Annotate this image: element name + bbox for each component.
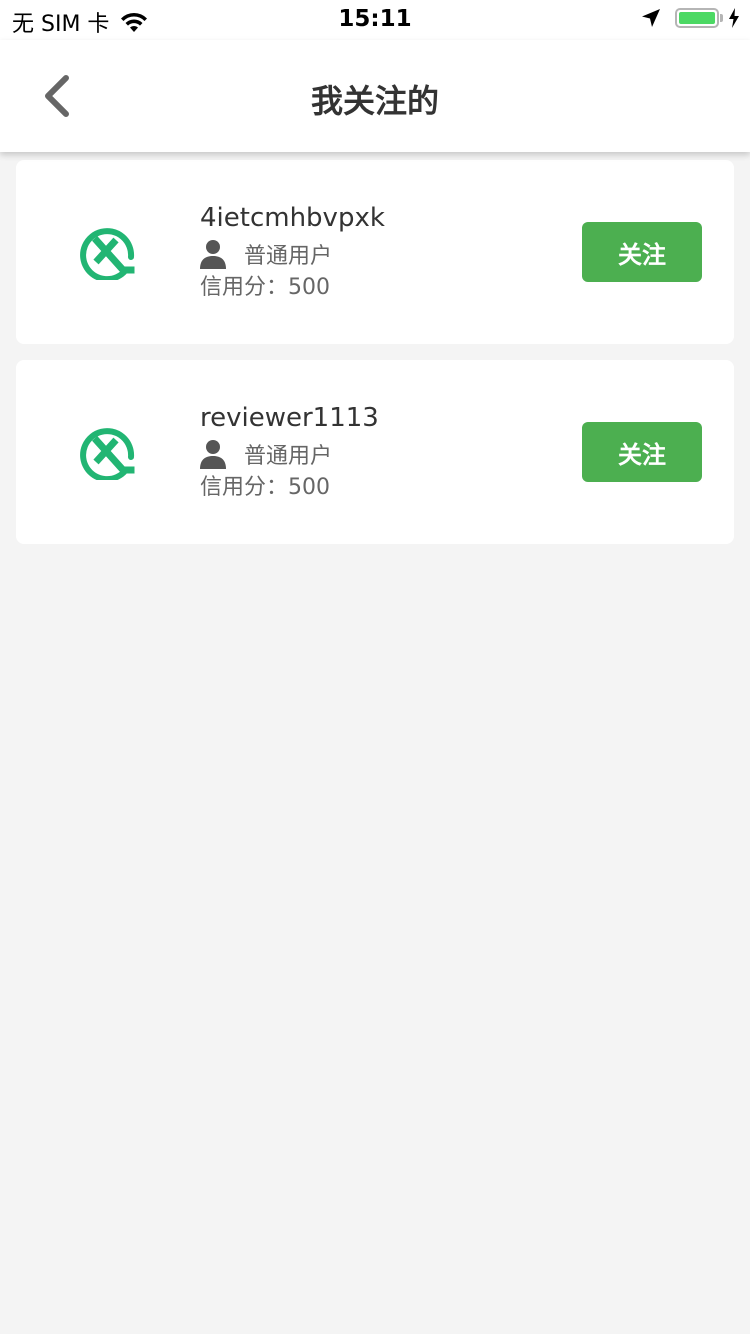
user-role: 普通用户 (244, 444, 333, 469)
follow-button[interactable]: 关注 (582, 222, 702, 282)
status-right (641, 8, 740, 28)
follow-button[interactable]: 关注 (582, 422, 702, 482)
status-bar: 无 SIM 卡 15:11 (0, 0, 750, 40)
username: 4ietcmhbvpxk (200, 203, 385, 233)
role-row: 普通用户 (200, 236, 385, 272)
qx-logo-icon (80, 228, 135, 280)
list-item: reviewer1113 普通用户 信用分：500 关注 (16, 360, 734, 544)
page-title: 我关注的 (310, 82, 439, 120)
battery-tip (720, 14, 723, 22)
credit-score: 信用分：500 (200, 475, 330, 500)
credit-score: 信用分：500 (200, 275, 330, 300)
list-item: 4ietcmhbvpxk 普通用户 信用分：500 关注 (16, 160, 734, 344)
location-arrow-icon (642, 9, 660, 27)
user-role: 普通用户 (244, 244, 333, 269)
user-icon (200, 240, 226, 269)
user-icon (200, 440, 226, 469)
followed-user-list: 4ietcmhbvpxk 普通用户 信用分：500 关注 reviewer111… (16, 160, 734, 560)
battery-fill (679, 12, 715, 24)
charging-bolt-icon (729, 8, 739, 28)
user-info: reviewer1113 普通用户 信用分：500 (200, 402, 379, 504)
user-info: 4ietcmhbvpxk 普通用户 信用分：500 (200, 202, 385, 304)
username: reviewer1113 (200, 403, 379, 433)
qx-logo-icon (80, 428, 135, 480)
nav-bar: 我关注的 (0, 40, 750, 152)
role-row: 普通用户 (200, 436, 379, 472)
status-time: 15:11 (338, 6, 412, 32)
battery-icon (675, 8, 719, 28)
